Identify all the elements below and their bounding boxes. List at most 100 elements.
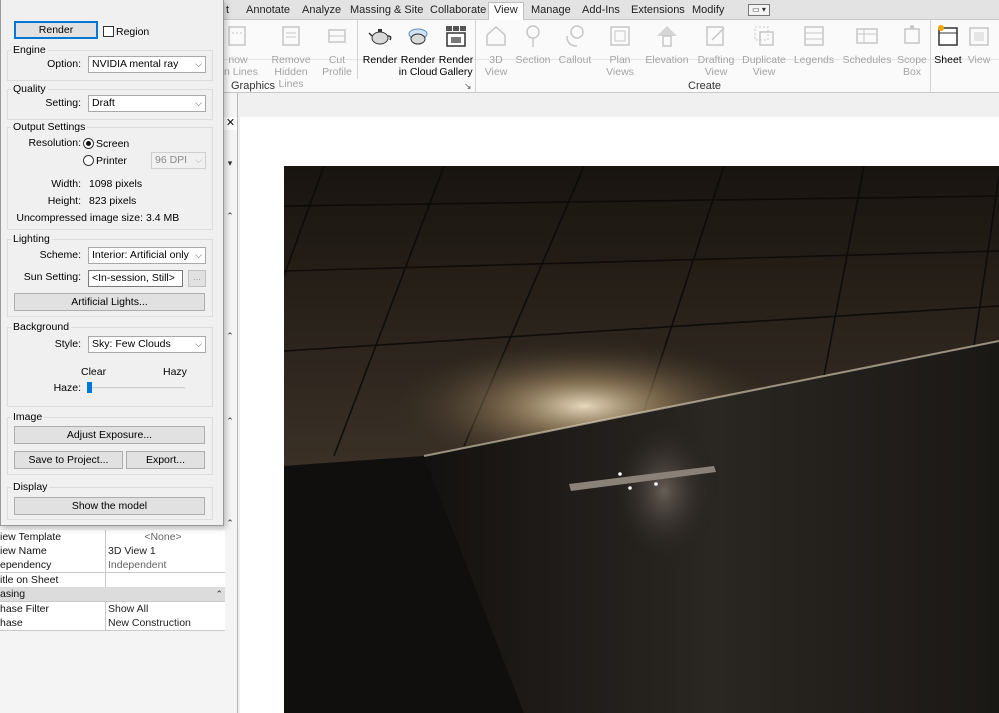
property-row-phase[interactable]: hase New Construction xyxy=(0,616,225,631)
tab-modify[interactable]: Modify xyxy=(690,3,726,19)
printer-label: Printer xyxy=(96,155,127,167)
sheet-button[interactable]: Sheet xyxy=(932,20,964,80)
property-row-dependency[interactable]: ependency Independent xyxy=(0,558,225,573)
elevation-icon xyxy=(657,26,677,47)
graphics-panel-label: Graphics xyxy=(231,80,276,92)
3d-view-button[interactable]: 3D View xyxy=(478,20,514,80)
adjust-exposure-button[interactable]: Adjust Exposure... xyxy=(14,426,205,444)
drafting-view-button[interactable]: Drafting View xyxy=(694,20,738,80)
printer-radio[interactable] xyxy=(83,155,94,166)
cut-profile-button[interactable]: Cut Profile xyxy=(320,20,354,80)
save-to-project-button[interactable]: Save to Project... xyxy=(14,451,123,469)
property-key: hase Filter xyxy=(0,602,106,616)
hazy-label: Hazy xyxy=(163,366,187,378)
rendering-dialog: Render Region Engine Option: NVIDIA ment… xyxy=(0,0,224,526)
scheme-label: Scheme: xyxy=(39,249,81,261)
screen-radio[interactable] xyxy=(83,138,94,149)
haze-slider-thumb[interactable] xyxy=(87,382,92,393)
tab-collaborate[interactable]: Collaborate xyxy=(428,3,488,19)
side-dropdown-icon[interactable]: ▾ xyxy=(224,157,236,169)
engine-option-select[interactable]: NVIDIA mental ray ⌵ xyxy=(88,56,206,73)
dpi-select[interactable]: 96 DPI ⌵ xyxy=(151,152,206,169)
export-button[interactable]: Export... xyxy=(126,451,205,469)
quick-access-toggle-icon[interactable]: ▭ ▾ xyxy=(748,4,770,16)
collapse-icon[interactable]: ⌃ xyxy=(215,587,223,601)
sun-setting-field[interactable]: <In-session, Still> xyxy=(88,270,183,287)
quality-setting-label: Setting: xyxy=(45,97,81,109)
screen-label: Screen xyxy=(96,138,130,150)
side-collapse-icon[interactable]: ⌃ xyxy=(224,210,236,222)
tab-massing-site[interactable]: Massing & Site xyxy=(348,3,425,19)
show-hidden-lines-icon xyxy=(228,26,246,46)
sun-setting-browse-button[interactable]: ... xyxy=(188,270,206,287)
clear-label: Clear xyxy=(81,366,107,378)
ribbon-tab-bar: t Annotate Analyze Massing & Site Collab… xyxy=(224,0,999,21)
render-button[interactable]: Render xyxy=(360,20,400,80)
ribbon-panel-area: now en Lines Remove Hidden Lines Cut Profil… xyxy=(218,20,999,93)
plan-views-button[interactable]: Plan Views xyxy=(602,20,638,80)
render-in-cloud-button[interactable]: Render in Cloud xyxy=(398,20,438,80)
tab-annotate[interactable]: Annotate xyxy=(244,3,292,19)
tab-extensions[interactable]: Extensions xyxy=(629,3,687,19)
elevation-button[interactable]: Elevation xyxy=(642,20,692,80)
chevron-down-icon: ⌵ xyxy=(195,155,202,165)
section-button[interactable]: Section xyxy=(514,20,552,80)
property-value: 3D View 1 xyxy=(108,545,156,557)
property-group-label: asing xyxy=(0,588,26,600)
tab-analyze[interactable]: Analyze xyxy=(300,3,343,19)
side-collapse-icon[interactable]: ⌃ xyxy=(224,330,236,342)
property-value: <None> xyxy=(144,531,182,543)
artificial-lights-button[interactable]: Artificial Lights... xyxy=(14,293,205,311)
haze-slider-track[interactable] xyxy=(87,387,185,389)
view-icon xyxy=(969,27,989,46)
background-style-select[interactable]: Sky: Few Clouds ⌵ xyxy=(88,336,206,353)
create-panel-label: Create xyxy=(688,80,722,92)
property-group-phasing[interactable]: asing ⌃ xyxy=(0,587,225,602)
schedules-button[interactable]: Schedules xyxy=(842,20,892,80)
chevron-down-icon: ⌵ xyxy=(195,250,202,260)
render-gallery-button[interactable]: Render Gallery xyxy=(436,20,476,80)
side-collapse-icon[interactable]: ⌃ xyxy=(224,517,236,529)
callout-button[interactable]: Callout xyxy=(556,20,594,80)
image-size-value: 3.4 MB xyxy=(146,212,180,224)
tab-manage[interactable]: Manage xyxy=(529,3,573,19)
side-collapse-icon[interactable]: ⌃ xyxy=(224,415,236,427)
quality-setting-select[interactable]: Draft ⌵ xyxy=(88,95,206,112)
callout-icon xyxy=(566,25,584,47)
property-key: hase xyxy=(0,616,106,630)
gallery-icon xyxy=(446,26,466,47)
height-label: Height: xyxy=(47,195,81,207)
scope-box-button[interactable]: Scope Box xyxy=(896,20,928,80)
property-row-title-on-sheet[interactable]: itle on Sheet xyxy=(0,573,225,588)
tab-architecture-partial[interactable]: t xyxy=(224,3,231,19)
show-the-model-button[interactable]: Show the model xyxy=(14,497,205,515)
graphics-panel-launcher-icon[interactable]: ↘ xyxy=(464,79,472,93)
remove-hidden-lines-button[interactable]: Remove Hidden Lines xyxy=(262,20,320,90)
quality-group-title: Quality xyxy=(11,83,48,95)
legends-button[interactable]: Legends xyxy=(792,20,836,80)
lighting-group-title: Lighting xyxy=(11,233,52,245)
property-value: Independent xyxy=(108,559,167,571)
render-button[interactable]: Render xyxy=(14,21,98,39)
schedules-icon xyxy=(856,28,878,44)
lighting-scheme-select[interactable]: Interior: Artificial only ⌵ xyxy=(88,247,206,264)
close-icon[interactable]: ✕ xyxy=(224,117,237,130)
remove-hidden-lines-icon xyxy=(282,26,300,46)
output-settings-title: Output Settings xyxy=(11,121,88,133)
property-key: itle on Sheet xyxy=(0,573,106,587)
property-key: ependency xyxy=(0,558,106,572)
width-label: Width: xyxy=(51,178,81,190)
sheet-icon xyxy=(938,25,958,46)
tab-view[interactable]: View xyxy=(488,2,524,21)
duplicate-view-button[interactable]: Duplicate View xyxy=(740,20,788,80)
region-checkbox[interactable] xyxy=(103,26,114,37)
view-button[interactable]: View xyxy=(964,20,994,80)
chevron-down-icon: ⌵ xyxy=(195,339,202,349)
show-hidden-lines-button[interactable]: now en Lines xyxy=(218,20,258,80)
property-row-view-template[interactable]: iew Template <None> xyxy=(0,530,225,545)
property-row-view-name[interactable]: iew Name 3D View 1 xyxy=(0,544,225,559)
resolution-label: Resolution: xyxy=(28,137,81,149)
property-row-phase-filter[interactable]: hase Filter Show All xyxy=(0,602,225,617)
tab-add-ins[interactable]: Add-Ins xyxy=(580,3,622,19)
legends-icon xyxy=(804,26,824,46)
